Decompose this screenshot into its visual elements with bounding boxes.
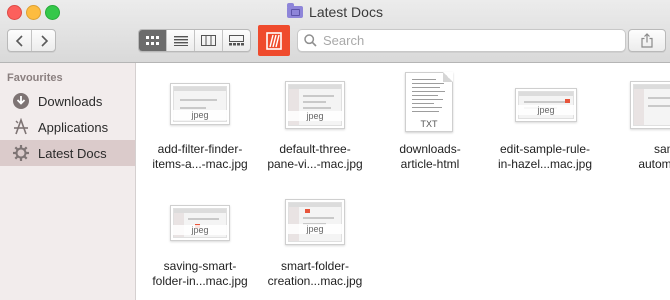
window-title: Latest Docs bbox=[0, 3, 670, 21]
text-document-icon: TXT bbox=[405, 72, 453, 132]
file-ext: jpeg bbox=[286, 111, 344, 121]
search-field[interactable]: Search bbox=[297, 29, 626, 52]
file-ext: jpeg bbox=[171, 225, 229, 235]
gallery-view-button[interactable] bbox=[222, 30, 250, 51]
file-name: sampl automat...m bbox=[638, 142, 670, 171]
list-view-button[interactable] bbox=[166, 30, 194, 51]
list-icon bbox=[173, 35, 188, 46]
jpeg-thumbnail: jpeg bbox=[170, 83, 230, 125]
sidebar-item-label: Downloads bbox=[38, 93, 103, 109]
chevron-left-icon bbox=[15, 34, 23, 47]
sidebar-item-latest-docs[interactable]: Latest Docs bbox=[0, 140, 135, 166]
file-name: smart-folder- creation...mac.jpg bbox=[267, 259, 363, 288]
view-mode-group bbox=[138, 29, 251, 52]
jpeg-thumbnail: jpeg bbox=[285, 81, 345, 129]
file-ext: jpeg bbox=[516, 105, 576, 115]
column-view-button[interactable] bbox=[194, 30, 222, 51]
download-icon bbox=[11, 91, 31, 111]
file-name: default-three- pane-vi...-mac.jpg bbox=[267, 142, 363, 171]
finder-window: Latest Docs Search Favourites Downloads … bbox=[0, 0, 670, 300]
file-name: saving-smart- folder-in...mac.jpg bbox=[152, 259, 248, 288]
jpeg-thumbnail bbox=[630, 81, 670, 129]
file-grid: jpeg add-filter-finder- items-a...-mac.j… bbox=[136, 63, 670, 300]
gallery-icon bbox=[229, 35, 244, 46]
columns-icon bbox=[201, 35, 216, 46]
applications-icon bbox=[11, 117, 31, 137]
window-title-text: Latest Docs bbox=[309, 4, 383, 20]
icon-grid-icon bbox=[145, 35, 159, 45]
back-forward-group bbox=[7, 29, 56, 52]
share-button[interactable] bbox=[628, 29, 666, 52]
file-name: edit-sample-rule- in-hazel...mac.jpg bbox=[497, 142, 593, 171]
file-ext: jpeg bbox=[171, 110, 229, 120]
folder-icon bbox=[287, 3, 304, 18]
sidebar-item-applications[interactable]: Applications bbox=[0, 114, 135, 140]
icon-view-button[interactable] bbox=[139, 30, 166, 51]
jpeg-thumbnail: jpeg bbox=[285, 199, 345, 245]
hazel-icon bbox=[266, 31, 282, 50]
file-item[interactable]: TXT downloads- article-html bbox=[375, 72, 485, 190]
sidebar: Favourites Downloads Applications Latest… bbox=[0, 63, 136, 300]
file-item[interactable]: jpeg saving-smart- folder-in...mac.jpg bbox=[145, 195, 255, 300]
file-ext: jpeg bbox=[286, 224, 344, 234]
share-icon bbox=[641, 33, 653, 48]
search-placeholder: Search bbox=[323, 33, 365, 48]
chevron-right-icon bbox=[40, 34, 48, 47]
sidebar-item-downloads[interactable]: Downloads bbox=[0, 88, 135, 114]
sidebar-heading: Favourites bbox=[7, 72, 63, 84]
sidebar-item-label: Applications bbox=[38, 119, 109, 135]
forward-button[interactable] bbox=[31, 30, 55, 51]
file-ext: TXT bbox=[420, 119, 438, 129]
jpeg-thumbnail: jpeg bbox=[515, 88, 577, 122]
file-item[interactable]: sampl automat...m bbox=[605, 75, 670, 190]
search-icon bbox=[304, 34, 317, 47]
jpeg-thumbnail: jpeg bbox=[170, 205, 230, 241]
file-item[interactable]: jpeg smart-folder- creation...mac.jpg bbox=[260, 195, 370, 300]
sidebar-item-label: Latest Docs bbox=[38, 145, 107, 161]
back-button[interactable] bbox=[8, 30, 31, 51]
file-name: downloads- article-html bbox=[399, 142, 461, 171]
file-item[interactable]: jpeg edit-sample-rule- in-hazel...mac.jp… bbox=[490, 75, 600, 190]
hazel-button[interactable] bbox=[258, 25, 290, 56]
file-name: add-filter-finder- items-a...-mac.jpg bbox=[152, 142, 248, 171]
toolbar: Latest Docs Search bbox=[0, 0, 670, 63]
file-item[interactable]: jpeg default-three- pane-vi...-mac.jpg bbox=[260, 75, 370, 190]
file-item[interactable]: jpeg add-filter-finder- items-a...-mac.j… bbox=[145, 75, 255, 190]
gear-folder-icon bbox=[11, 143, 31, 163]
